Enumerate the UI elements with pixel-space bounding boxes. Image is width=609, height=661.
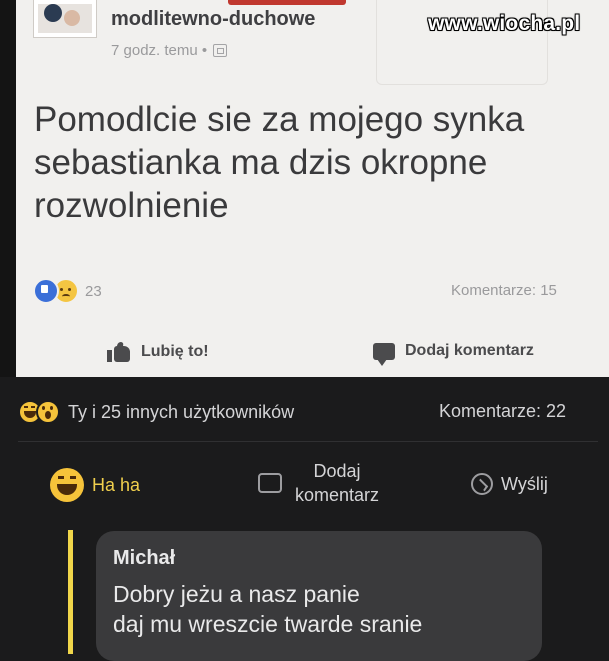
comment-button[interactable]: Dodaj komentarz bbox=[373, 342, 534, 366]
haha-button[interactable]: Ha ha bbox=[50, 468, 140, 502]
send-label: Wyślij bbox=[501, 473, 548, 494]
add-comment-label-line2: komentarz bbox=[294, 485, 380, 505]
post-meta: 7 godz. temu • bbox=[111, 42, 228, 59]
haha-label: Ha ha bbox=[92, 474, 141, 495]
add-comment-button[interactable]: Dodaj komentarz bbox=[258, 459, 398, 511]
header-accent bbox=[228, 0, 346, 5]
divider bbox=[18, 441, 598, 442]
comment-bubble: Michał Dobry jeżu a nasz panie daj mu wr… bbox=[96, 531, 542, 661]
dark-comments-count[interactable]: Komentarze: 22 bbox=[439, 401, 566, 422]
comment-label: Dodaj komentarz bbox=[405, 342, 534, 359]
left-border bbox=[0, 0, 16, 377]
dark-post-card: Ty i 25 innych użytkowników Komentarze: … bbox=[0, 377, 609, 661]
reactions-summary[interactable]: 23 bbox=[33, 278, 102, 304]
like-label: Lubię to! bbox=[141, 343, 209, 360]
comment-line-1: Dobry jeżu a nasz panie bbox=[113, 581, 360, 607]
comments-count[interactable]: Komentarze: 15 bbox=[451, 282, 557, 299]
watermark: www.wiocha.pl bbox=[428, 12, 581, 35]
audience-icon bbox=[213, 44, 228, 57]
highlight-bar bbox=[68, 530, 73, 654]
add-comment-label-line1: Dodaj bbox=[313, 461, 361, 481]
post-text: Pomodlcie sie za mojego synka sebastiank… bbox=[34, 100, 525, 225]
reaction-count: 23 bbox=[85, 282, 102, 300]
thumbs-up-icon bbox=[107, 342, 131, 362]
messenger-icon bbox=[471, 473, 493, 495]
comment-bubble-icon bbox=[373, 342, 395, 366]
dark-reactions-summary[interactable]: Ty i 25 innych użytkowników bbox=[18, 400, 294, 424]
like-button[interactable]: Lubię to! bbox=[107, 342, 209, 362]
haha-icon bbox=[50, 468, 84, 502]
light-post-card: modlitewno-duchowe 7 godz. temu • www.wi… bbox=[0, 0, 609, 377]
comment-line-2: daj mu wreszcie twarde sranie bbox=[113, 611, 423, 637]
page-avatar[interactable] bbox=[33, 0, 97, 38]
wow-reaction-icon bbox=[36, 400, 60, 424]
comment-author[interactable]: Michał bbox=[113, 547, 175, 570]
send-button[interactable]: Wyślij bbox=[471, 473, 548, 495]
like-reaction-icon bbox=[33, 278, 59, 304]
post-time[interactable]: 7 godz. temu • bbox=[111, 42, 207, 59]
comment-text: Dobry jeżu a nasz panie daj mu wreszcie … bbox=[113, 579, 533, 639]
page-name[interactable]: modlitewno-duchowe bbox=[111, 8, 315, 31]
reactions-text: Ty i 25 innych użytkowników bbox=[68, 401, 295, 422]
